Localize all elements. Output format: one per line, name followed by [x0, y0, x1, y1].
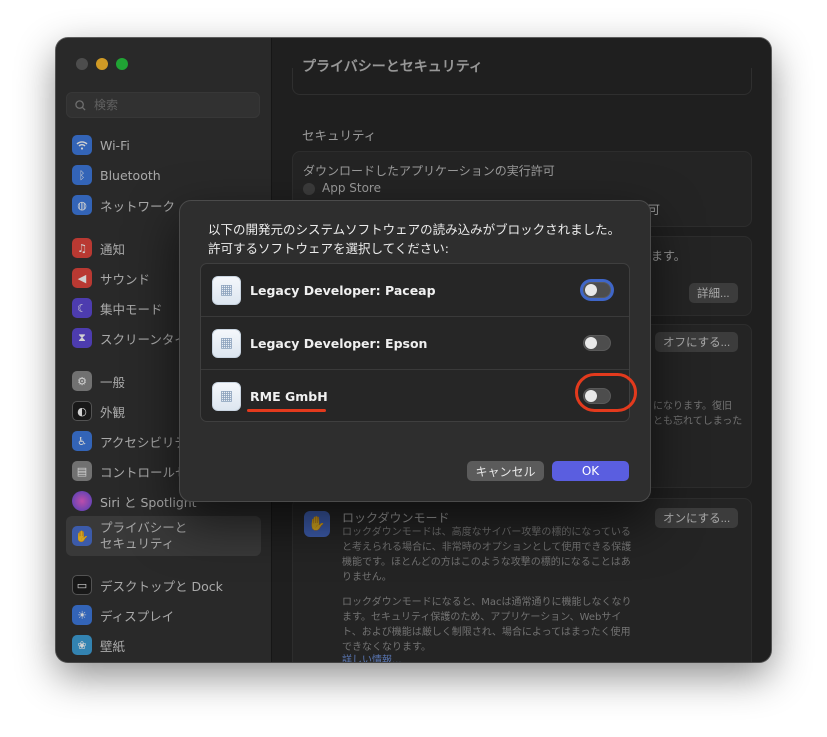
list-item: ▦ RME GmbH — [201, 370, 629, 421]
highlight-oval — [575, 373, 637, 412]
row-label: Legacy Developer: Paceap — [250, 282, 436, 298]
blocked-extensions-dialog: 以下の開発元のシステムソフトウェアの読み込みがブロックされました。許可するソフト… — [179, 200, 651, 502]
developer-list: ▦ Legacy Developer: Paceap ▦ Legacy Deve… — [200, 263, 630, 422]
row-label: Legacy Developer: Epson — [250, 335, 428, 351]
highlight-underline — [247, 409, 326, 412]
dialog-message: 以下の開発元のシステムソフトウェアの読み込みがブロックされました。許可するソフト… — [208, 222, 621, 256]
toggle-switch-epson[interactable] — [583, 335, 611, 351]
cancel-button[interactable]: キャンセル — [467, 461, 544, 481]
toggle-switch-paceap[interactable] — [583, 282, 611, 298]
app-icon: ▦ — [212, 275, 241, 305]
toggle-knob — [585, 337, 597, 349]
app-icon: ▦ — [212, 381, 241, 411]
list-item: ▦ Legacy Developer: Paceap — [201, 264, 629, 316]
toggle-knob — [585, 284, 597, 296]
ok-button[interactable]: OK — [552, 461, 629, 481]
list-item: ▦ Legacy Developer: Epson — [201, 317, 629, 369]
row-label: RME GmbH — [250, 388, 328, 404]
app-icon: ▦ — [212, 328, 241, 358]
